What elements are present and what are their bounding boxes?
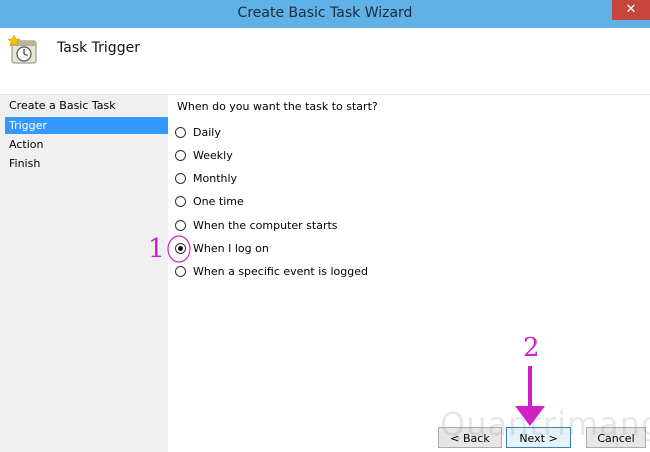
title-bar: Create Basic Task Wizard ✕ bbox=[0, 0, 650, 28]
wizard-body: Create a Basic Task Trigger Action Finis… bbox=[0, 95, 650, 452]
annotation-step-1: 1 bbox=[148, 234, 165, 264]
option-daily[interactable]: Daily bbox=[175, 124, 221, 140]
wizard-header: Task Trigger bbox=[0, 28, 650, 95]
option-label: When I log on bbox=[193, 241, 269, 255]
option-event-logged[interactable]: When a specific event is logged bbox=[175, 263, 368, 279]
trigger-panel: When do you want the task to start? Dail… bbox=[168, 95, 650, 452]
option-computer-starts[interactable]: When the computer starts bbox=[175, 217, 338, 233]
radio-event-logged[interactable] bbox=[175, 265, 186, 277]
step-trigger[interactable]: Trigger bbox=[5, 117, 168, 134]
radio-one-time[interactable] bbox=[175, 195, 186, 207]
task-clock-icon bbox=[8, 34, 37, 64]
watermark: Quantrimang bbox=[440, 405, 650, 443]
close-button[interactable]: ✕ bbox=[612, 0, 650, 20]
page-title: Task Trigger bbox=[57, 40, 140, 56]
option-weekly[interactable]: Weekly bbox=[175, 147, 233, 163]
option-label: One time bbox=[193, 194, 244, 208]
step-finish[interactable]: Finish bbox=[5, 155, 168, 172]
radio-log-on[interactable] bbox=[175, 242, 186, 254]
option-one-time[interactable]: One time bbox=[175, 193, 244, 209]
option-log-on[interactable]: When I log on bbox=[175, 240, 269, 256]
option-label: When a specific event is logged bbox=[193, 264, 368, 278]
annotation-step-2: 2 bbox=[523, 333, 540, 363]
option-label: Monthly bbox=[193, 171, 238, 185]
radio-daily[interactable] bbox=[175, 126, 186, 138]
window-title: Create Basic Task Wizard bbox=[237, 5, 413, 21]
radio-weekly[interactable] bbox=[175, 149, 186, 161]
radio-monthly[interactable] bbox=[175, 172, 186, 184]
trigger-question: When do you want the task to start? bbox=[177, 100, 378, 113]
option-label: When the computer starts bbox=[193, 218, 338, 232]
step-action[interactable]: Action bbox=[5, 136, 168, 153]
radio-computer-starts[interactable] bbox=[175, 219, 186, 231]
wizard-steps: Create a Basic Task Trigger Action Finis… bbox=[0, 95, 168, 452]
option-monthly[interactable]: Monthly bbox=[175, 170, 237, 186]
close-icon: ✕ bbox=[625, 2, 637, 17]
option-label: Daily bbox=[193, 125, 221, 139]
option-label: Weekly bbox=[193, 148, 233, 162]
step-create-basic-task[interactable]: Create a Basic Task bbox=[5, 97, 168, 114]
